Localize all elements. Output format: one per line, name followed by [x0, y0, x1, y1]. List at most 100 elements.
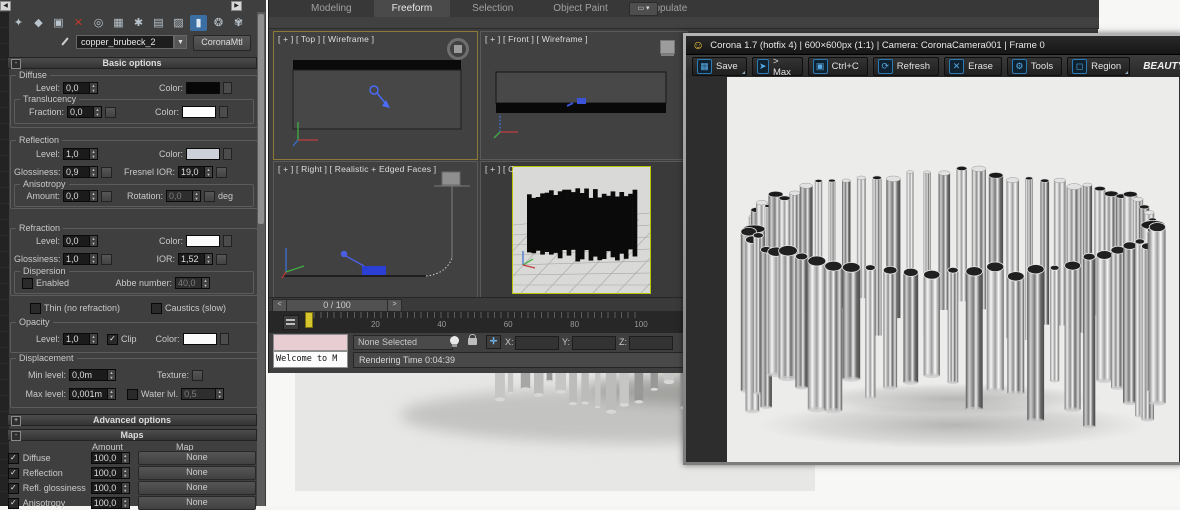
color-stub-button[interactable]	[220, 333, 229, 345]
spinner-arrows-icon[interactable]	[121, 452, 130, 464]
selection-lock-icon[interactable]	[468, 338, 477, 345]
transform-gizmo-icon[interactable]: ✛	[486, 335, 501, 349]
spinner-arrows-icon[interactable]	[215, 388, 224, 400]
spinner-arrows-icon[interactable]	[204, 253, 213, 265]
viewport-camera-label[interactable]: [ + ] [ Co	[485, 164, 519, 174]
fresnel-map-button[interactable]	[216, 167, 227, 178]
background-icon[interactable]: ▤	[150, 15, 167, 31]
dispersion-enabled-checkbox[interactable]	[22, 278, 33, 289]
water-level-checkbox[interactable]	[127, 389, 138, 400]
color-stub-button[interactable]	[219, 106, 228, 118]
send-to-max-button[interactable]: ➤> Max	[752, 57, 803, 76]
spinner-arrows-icon[interactable]	[121, 467, 130, 479]
spinner-arrows-icon[interactable]	[89, 166, 98, 178]
water-level-value[interactable]: 0,5	[181, 388, 215, 400]
show-in-viewport-icon[interactable]: ▮	[190, 15, 207, 31]
map-slot-button[interactable]: None	[138, 451, 256, 465]
viewcube-icon[interactable]	[447, 38, 469, 60]
material-options-icon[interactable]: ✱	[130, 15, 147, 31]
clip-checkbox[interactable]	[107, 334, 118, 345]
abbe-value[interactable]: 40,0	[175, 277, 201, 289]
viewport-camera[interactable]: [ + ] [ Co	[480, 161, 688, 298]
collapse-icon[interactable]: -	[11, 431, 21, 441]
viewport-top[interactable]: [ + ] [ Top ] [ Wireframe ]	[273, 31, 478, 160]
spinner-arrows-icon[interactable]	[121, 482, 130, 494]
isolate-lightbulb-icon[interactable]	[450, 336, 459, 345]
track-bar-ruler[interactable]: 020406080100	[307, 312, 641, 332]
corona-vfb-window[interactable]: ☺ Corona 1.7 (hotfix 4) | 600×600px (1:1…	[683, 33, 1180, 465]
diffuse-color-swatch[interactable]	[186, 82, 220, 94]
copy-button[interactable]: ▣Ctrl+C	[808, 57, 868, 76]
refraction-color-swatch[interactable]	[186, 235, 220, 247]
aniso-map-button[interactable]	[101, 191, 112, 202]
material-name-dropdown-icon[interactable]: ▼	[174, 35, 187, 49]
spinner-arrows-icon[interactable]	[204, 166, 213, 178]
opacity-color-swatch[interactable]	[183, 333, 217, 345]
material-editor-scrollbar[interactable]	[257, 12, 265, 506]
viewport-front[interactable]: [ + ] [ Front ] [ Wireframe ]	[480, 31, 688, 160]
y-field[interactable]	[572, 336, 616, 350]
color-stub-button[interactable]	[223, 148, 232, 160]
map-slot-button[interactable]: None	[138, 481, 256, 495]
spinner-arrows-icon[interactable]	[89, 82, 98, 94]
delete-material-icon[interactable]: ✕	[70, 15, 87, 31]
tab-selection[interactable]: Selection	[454, 0, 531, 17]
checker-icon[interactable]: ▨	[170, 15, 187, 31]
tab-modeling[interactable]: Modeling	[293, 0, 370, 17]
assign-material-icon[interactable]: ▣	[50, 15, 67, 31]
color-stub-button[interactable]	[223, 235, 232, 247]
spinner-arrows-icon[interactable]	[121, 497, 130, 509]
maxscript-listener[interactable]	[273, 334, 348, 351]
map-enable-checkbox[interactable]	[8, 498, 19, 509]
rotation-value[interactable]: 0,0	[166, 190, 192, 202]
reflection-color-swatch[interactable]	[186, 148, 220, 160]
map-slot-button[interactable]: None	[138, 466, 256, 480]
sample-ball-icon[interactable]: ❂	[210, 15, 227, 31]
swap-material-icon[interactable]: ◎	[90, 15, 107, 31]
material-type-button[interactable]: CoronaMtl	[193, 35, 251, 51]
spinner-arrows-icon[interactable]	[89, 190, 98, 202]
expand-icon[interactable]: +	[11, 416, 21, 426]
z-field[interactable]	[629, 336, 673, 350]
spinner-arrows-icon[interactable]	[89, 333, 98, 345]
region-button[interactable]: ◻Region	[1067, 57, 1130, 76]
diffuse-level-value[interactable]: 0,0	[63, 82, 89, 94]
fresnel-value[interactable]: 19,0	[178, 166, 204, 178]
get-material-icon[interactable]: ✦	[10, 15, 27, 31]
collapse-icon[interactable]: -	[11, 59, 21, 69]
time-slider-handle[interactable]	[305, 312, 313, 328]
ribbon-minimize-button[interactable]: ▭ ▾	[629, 2, 658, 16]
caustics-checkbox[interactable]	[151, 303, 162, 314]
eyedropper-icon[interactable]	[60, 36, 70, 48]
map-enable-checkbox[interactable]	[8, 468, 19, 479]
viewport-right[interactable]: [ + ] [ Right ] [ Realistic + Edged Face…	[273, 161, 478, 298]
refraction-level-value[interactable]: 0,0	[63, 235, 89, 247]
map-amount-value[interactable]: 100,0	[91, 497, 121, 509]
min-level-value[interactable]: 0,0m	[69, 369, 107, 381]
viewcube-icon[interactable]	[660, 40, 675, 54]
mini-curve-editor-icon[interactable]	[283, 315, 299, 330]
spinner-arrows-icon[interactable]	[93, 106, 102, 118]
spinner-arrows-icon[interactable]	[201, 277, 210, 289]
refraction-gloss-value[interactable]: 1,0	[63, 253, 89, 265]
sample-ball-alt-icon[interactable]: ✾	[230, 15, 247, 31]
rollout-advanced-options[interactable]: + Advanced options	[7, 414, 257, 426]
map-slot-button[interactable]: None	[138, 496, 256, 510]
put-material-icon[interactable]: ◆	[30, 15, 47, 31]
next-slot-button[interactable]: ▶	[231, 1, 242, 11]
fraction-map-button[interactable]	[105, 107, 116, 118]
spinner-arrows-icon[interactable]	[192, 190, 201, 202]
aniso-amount-value[interactable]: 0,0	[63, 190, 89, 202]
spinner-arrows-icon[interactable]	[107, 369, 116, 381]
reflection-gloss-value[interactable]: 0,9	[63, 166, 89, 178]
map-amount-value[interactable]: 100,0	[91, 452, 121, 464]
rollout-basic-options[interactable]: - Basic options	[7, 57, 257, 69]
color-stub-button[interactable]	[223, 82, 232, 94]
spinner-arrows-icon[interactable]	[89, 253, 98, 265]
material-name-field[interactable]: copper_brubeck_2	[76, 35, 174, 49]
ior-value[interactable]: 1,52	[178, 253, 204, 265]
vfb-titlebar[interactable]: ☺ Corona 1.7 (hotfix 4) | 600×600px (1:1…	[686, 36, 1180, 55]
tab-object-paint[interactable]: Object Paint	[535, 0, 625, 17]
refr-gloss-map-button[interactable]	[101, 254, 112, 265]
rollout-maps[interactable]: - Maps	[7, 429, 257, 441]
